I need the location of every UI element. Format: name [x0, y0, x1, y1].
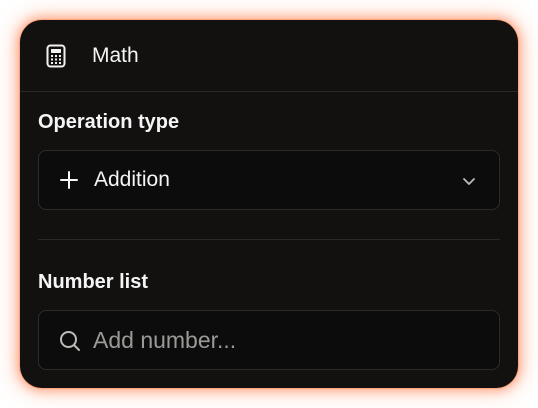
- search-icon: [60, 331, 80, 351]
- add-number-input[interactable]: [93, 325, 483, 355]
- number-list-field[interactable]: [38, 310, 500, 370]
- operation-type-label: Operation type: [38, 111, 180, 133]
- panel-header: Math: [20, 20, 518, 92]
- chevron-down-icon: [463, 178, 475, 185]
- stage: Math Operation type Addition Number list: [0, 0, 538, 408]
- calculator-icon: [46, 44, 66, 68]
- operation-type-value: Addition: [94, 168, 170, 191]
- panel-title: Math: [92, 44, 139, 67]
- operation-type-select[interactable]: Addition: [38, 150, 500, 210]
- plus-icon: [60, 171, 78, 189]
- number-list-label: Number list: [38, 271, 149, 293]
- math-node-panel: Math Operation type Addition Number list: [20, 20, 518, 388]
- section-divider: [38, 239, 500, 240]
